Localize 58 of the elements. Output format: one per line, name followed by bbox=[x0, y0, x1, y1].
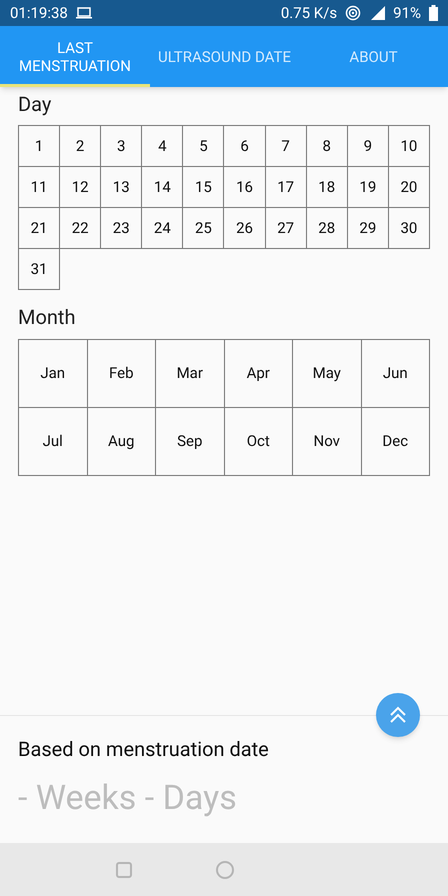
day-cell[interactable]: 19 bbox=[348, 167, 388, 207]
month-cell[interactable]: Mar bbox=[156, 340, 224, 407]
section-title: Day bbox=[18, 91, 52, 117]
month-cell[interactable]: Jun bbox=[362, 340, 429, 407]
day-cell[interactable]: 14 bbox=[142, 167, 182, 207]
day-cell[interactable]: 6 bbox=[224, 126, 265, 166]
day-cell[interactable]: 1 bbox=[19, 126, 60, 166]
month-cell[interactable]: Oct bbox=[224, 408, 292, 475]
day-cell[interactable]: 15 bbox=[183, 167, 224, 207]
month-cell[interactable]: Feb bbox=[88, 340, 155, 407]
day-cell[interactable]: 12 bbox=[60, 167, 100, 207]
day-cell[interactable]: 17 bbox=[266, 167, 306, 207]
day-cell[interactable]: 16 bbox=[224, 167, 265, 207]
day-cell[interactable]: 29 bbox=[348, 208, 388, 248]
month-cell[interactable]: Jul bbox=[19, 408, 86, 475]
day-cell[interactable]: 13 bbox=[101, 167, 142, 207]
day-cell[interactable]: 20 bbox=[388, 167, 429, 207]
month-cell[interactable]: Dec bbox=[362, 408, 429, 475]
section-title: Month bbox=[18, 304, 76, 330]
day-cell[interactable]: 2 bbox=[60, 126, 100, 166]
day-cell[interactable]: 21 bbox=[19, 208, 60, 248]
day-cell[interactable]: 28 bbox=[306, 208, 347, 248]
home-button[interactable] bbox=[216, 860, 234, 878]
month-cell[interactable]: May bbox=[293, 340, 360, 407]
day-cell[interactable]: 3 bbox=[101, 126, 142, 166]
day-cell[interactable]: 5 bbox=[183, 126, 224, 166]
battery-icon bbox=[429, 5, 438, 21]
hotspot-icon bbox=[345, 5, 362, 21]
signal-icon bbox=[369, 6, 386, 20]
day-cell[interactable]: 4 bbox=[142, 126, 182, 166]
day-cell[interactable]: 9 bbox=[348, 126, 388, 166]
laptop-icon bbox=[76, 7, 92, 19]
day-cell[interactable]: 8 bbox=[306, 126, 347, 166]
day-cell[interactable]: 7 bbox=[266, 126, 306, 166]
battery-level: 91% bbox=[393, 2, 421, 24]
month-cell[interactable]: Nov bbox=[293, 408, 360, 475]
day-cell[interactable]: 25 bbox=[183, 208, 224, 248]
double-chevron-up-icon bbox=[389, 706, 407, 724]
day-cell[interactable]: 23 bbox=[101, 208, 142, 248]
month-cell[interactable]: Apr bbox=[224, 340, 292, 407]
result-value: - Weeks - Days bbox=[18, 777, 238, 820]
day-cell[interactable]: 10 bbox=[388, 126, 429, 166]
month-cell[interactable]: Aug bbox=[88, 408, 155, 475]
month-cell[interactable]: Sep bbox=[156, 408, 224, 475]
status-time: 01:19:38 bbox=[10, 2, 68, 24]
recents-button[interactable] bbox=[116, 862, 132, 878]
day-cell[interactable]: 24 bbox=[142, 208, 182, 248]
network-speed: 0.75 K/s bbox=[280, 2, 338, 24]
day-cell[interactable]: 26 bbox=[224, 208, 265, 248]
day-cell[interactable]: 18 bbox=[306, 167, 347, 207]
day-cell[interactable]: 27 bbox=[266, 208, 306, 248]
day-cell[interactable]: 31 bbox=[19, 249, 60, 289]
month-cell[interactable]: Jan bbox=[19, 340, 86, 407]
day-cell[interactable]: 30 bbox=[388, 208, 429, 248]
scroll-up-button[interactable] bbox=[376, 693, 420, 737]
day-cell[interactable]: 11 bbox=[19, 167, 60, 207]
day-cell[interactable]: 22 bbox=[60, 208, 100, 248]
result-caption: Based on menstruation date bbox=[18, 736, 270, 762]
